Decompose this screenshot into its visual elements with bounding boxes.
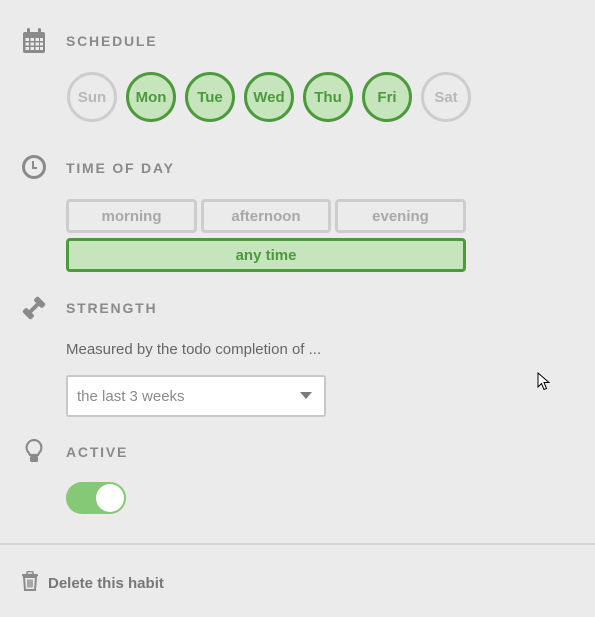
time-of-day-title: TIME OF DAY: [66, 160, 175, 176]
mouse-cursor-icon: [537, 371, 551, 397]
trash-icon: [21, 570, 39, 596]
lightbulb-icon: [21, 438, 47, 464]
dumbbell-icon: [21, 295, 47, 321]
day-tue[interactable]: Tue: [185, 72, 235, 122]
time-option-any-time[interactable]: any time: [66, 238, 466, 272]
day-wed[interactable]: Wed: [244, 72, 294, 122]
time-option-morning[interactable]: morning: [66, 199, 197, 233]
time-option-evening[interactable]: evening: [335, 199, 466, 233]
toggle-knob: [96, 484, 124, 512]
strength-description: Measured by the todo completion of ...: [66, 341, 322, 358]
strength-period-value: the last 3 weeks: [77, 387, 185, 405]
day-sun[interactable]: Sun: [67, 72, 117, 122]
divider: [0, 543, 595, 545]
delete-habit-label: Delete this habit: [48, 575, 164, 592]
day-mon[interactable]: Mon: [126, 72, 176, 122]
active-title: ACTIVE: [66, 444, 129, 460]
chevron-down-icon: [300, 392, 312, 399]
day-fri[interactable]: Fri: [362, 72, 412, 122]
day-thu[interactable]: Thu: [303, 72, 353, 122]
delete-habit-button[interactable]: Delete this habit: [21, 570, 164, 596]
strength-period-select[interactable]: the last 3 weeks: [66, 375, 326, 417]
schedule-title: SCHEDULE: [66, 33, 158, 49]
time-option-afternoon[interactable]: afternoon: [201, 199, 331, 233]
calendar-icon: [21, 28, 47, 54]
strength-title: STRENGTH: [66, 300, 158, 316]
day-sat[interactable]: Sat: [421, 72, 471, 122]
active-toggle[interactable]: [66, 482, 126, 514]
clock-icon: [21, 154, 47, 180]
